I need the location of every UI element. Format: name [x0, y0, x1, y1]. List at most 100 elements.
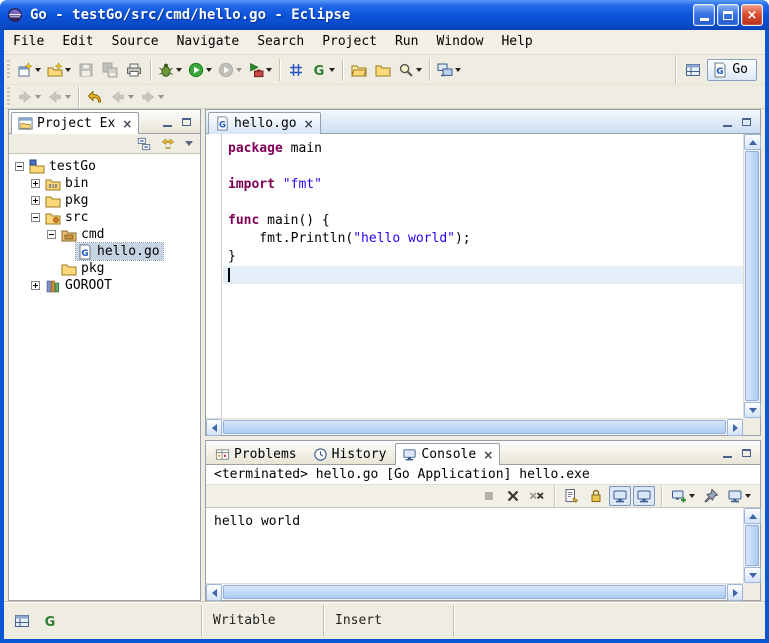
display-console-button[interactable]: [724, 486, 754, 506]
menu-help[interactable]: Help: [492, 30, 541, 54]
go-status-button[interactable]: [40, 611, 60, 631]
console-output[interactable]: hello world: [206, 508, 760, 600]
scroll-thumb[interactable]: [745, 525, 759, 566]
close-icon[interactable]: [122, 118, 132, 130]
scroll-up-button[interactable]: [744, 508, 761, 524]
scroll-left-button[interactable]: [206, 419, 222, 436]
tab-console[interactable]: Console: [395, 443, 500, 465]
menu-run[interactable]: Run: [386, 30, 427, 54]
dropdown-arrow-icon[interactable]: [236, 68, 242, 72]
scroll-down-button[interactable]: [744, 567, 761, 583]
collapse-expander-icon[interactable]: [15, 162, 24, 171]
clear-console-button[interactable]: [561, 486, 583, 506]
dropdown-arrow-icon[interactable]: [35, 95, 41, 99]
tab-project-explorer[interactable]: Project Ex: [11, 112, 139, 134]
code-line-1[interactable]: package main: [223, 140, 743, 158]
tree-item-pkg-src[interactable]: pkg: [9, 260, 200, 277]
minimize-button[interactable]: [693, 4, 715, 26]
collapse-expander-icon[interactable]: [47, 230, 56, 239]
minimize-view-button[interactable]: [719, 446, 735, 460]
tree-item-cmd[interactable]: cmd: [9, 226, 200, 243]
tree-item-testgo[interactable]: testGo: [9, 158, 200, 175]
scroll-thumb[interactable]: [745, 151, 759, 401]
debug-button[interactable]: [155, 58, 185, 82]
toolbar-grip[interactable]: [7, 60, 10, 80]
scroll-left-button[interactable]: [206, 584, 222, 601]
link-with-editor-button[interactable]: [158, 135, 178, 153]
terminate-button[interactable]: [478, 486, 500, 506]
console-horizontal-scrollbar[interactable]: [206, 583, 743, 600]
new-go-app-button[interactable]: [284, 58, 308, 82]
pin-console-button[interactable]: [700, 486, 722, 506]
maximize-view-button[interactable]: [738, 115, 754, 129]
previous-annotation-button[interactable]: [44, 85, 74, 109]
scroll-track[interactable]: [744, 150, 760, 402]
expand-expander-icon[interactable]: [31, 281, 40, 290]
tab-history[interactable]: History: [306, 443, 394, 465]
dropdown-arrow-icon[interactable]: [176, 68, 182, 72]
expand-expander-icon[interactable]: [31, 179, 40, 188]
console-vertical-scrollbar[interactable]: [743, 508, 760, 583]
last-edit-location-button[interactable]: [83, 85, 107, 109]
dropdown-arrow-icon[interactable]: [455, 68, 461, 72]
code-line-4[interactable]: [223, 194, 743, 212]
search-button[interactable]: [395, 58, 425, 82]
code-area[interactable]: package main import "fmt" func main() { …: [223, 134, 743, 418]
scroll-track[interactable]: [222, 419, 727, 435]
scroll-lock-button[interactable]: [585, 486, 607, 506]
remove-launch-button[interactable]: [502, 486, 524, 506]
close-icon[interactable]: [483, 449, 493, 461]
toolbar-grip[interactable]: [7, 87, 10, 107]
annotation-ruler[interactable]: [206, 134, 222, 418]
dropdown-arrow-icon[interactable]: [65, 95, 71, 99]
next-annotation-button[interactable]: [14, 85, 44, 109]
menu-source[interactable]: Source: [103, 30, 168, 54]
scroll-right-button[interactable]: [727, 584, 743, 601]
tree-item-bin[interactable]: bin: [9, 175, 200, 192]
minimize-view-button[interactable]: [159, 115, 175, 129]
titlebar[interactable]: Go - testGo/src/cmd/hello.go - Eclipse ×: [0, 0, 769, 30]
expand-expander-icon[interactable]: [31, 196, 40, 205]
code-line-7[interactable]: }: [223, 248, 743, 266]
code-line-8-current[interactable]: [223, 266, 743, 284]
forward-button[interactable]: [137, 85, 167, 109]
maximize-view-button[interactable]: [738, 446, 754, 460]
profile-button[interactable]: [215, 58, 245, 82]
save-button[interactable]: [74, 58, 98, 82]
dropdown-arrow-icon[interactable]: [35, 68, 41, 72]
maximize-view-button[interactable]: [178, 115, 194, 129]
tab-problems[interactable]: Problems: [208, 443, 304, 465]
new-go-file-button[interactable]: [308, 58, 338, 82]
menu-search[interactable]: Search: [248, 30, 313, 54]
menu-project[interactable]: Project: [313, 30, 386, 54]
dropdown-arrow-icon[interactable]: [65, 68, 71, 72]
go-perspective-button[interactable]: Go: [707, 59, 757, 81]
menu-file[interactable]: File: [4, 30, 53, 54]
team-sync-button[interactable]: [434, 58, 464, 82]
editor-vertical-scrollbar[interactable]: [743, 134, 760, 418]
view-menu-button[interactable]: [182, 135, 196, 153]
scroll-thumb[interactable]: [223, 585, 726, 599]
open-resource-button[interactable]: [347, 58, 371, 82]
tree-item-pkg[interactable]: pkg: [9, 192, 200, 209]
dropdown-arrow-icon[interactable]: [745, 494, 751, 498]
scroll-thumb[interactable]: [223, 420, 726, 434]
dropdown-arrow-icon[interactable]: [266, 68, 272, 72]
new-wizard-button[interactable]: [14, 58, 44, 82]
code-line-3[interactable]: import "fmt": [223, 176, 743, 194]
back-button[interactable]: [107, 85, 137, 109]
dropdown-arrow-icon[interactable]: [206, 68, 212, 72]
collapse-expander-icon[interactable]: [31, 213, 40, 222]
save-all-button[interactable]: [98, 58, 122, 82]
print-button[interactable]: [122, 58, 146, 82]
open-console-button[interactable]: [668, 486, 698, 506]
scroll-right-button[interactable]: [727, 419, 743, 436]
editor-horizontal-scrollbar[interactable]: [206, 418, 743, 435]
scroll-up-button[interactable]: [744, 134, 761, 150]
dropdown-arrow-icon[interactable]: [128, 95, 134, 99]
remove-all-launches-button[interactable]: [526, 486, 548, 506]
menu-edit[interactable]: Edit: [53, 30, 102, 54]
dropdown-arrow-icon[interactable]: [329, 68, 335, 72]
scroll-track[interactable]: [744, 524, 760, 567]
close-icon[interactable]: [304, 118, 314, 130]
